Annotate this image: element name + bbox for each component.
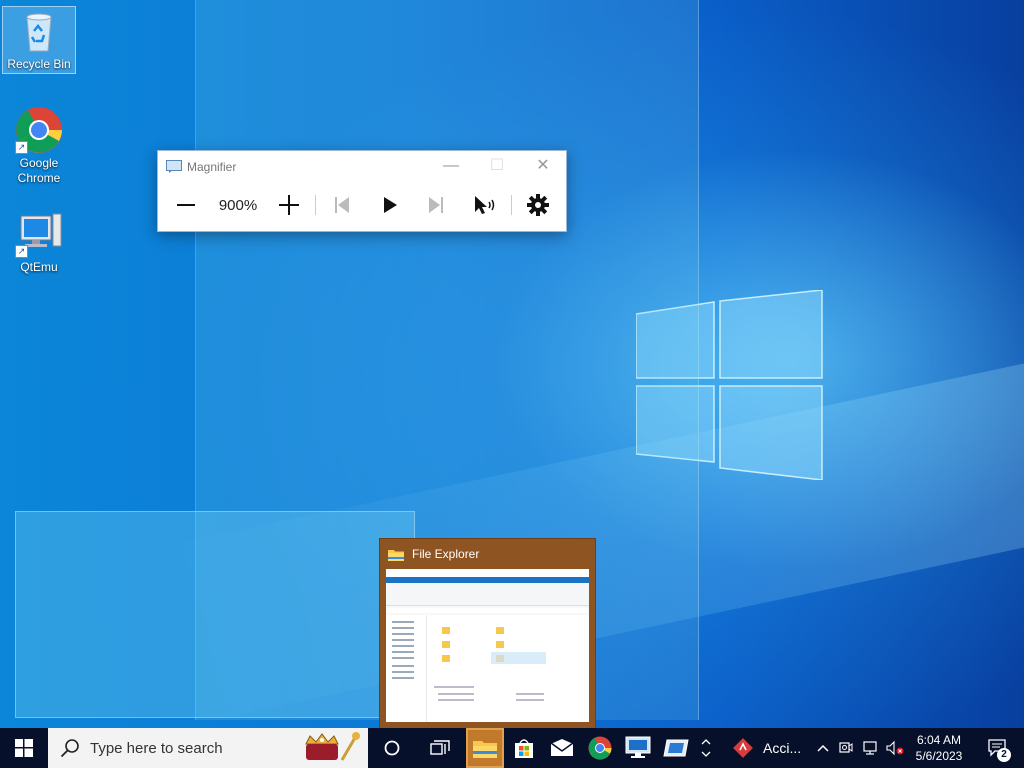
toolbar-divider (511, 195, 512, 215)
magnifier-window[interactable]: Magnifier — ☐ ✕ 900% (157, 150, 567, 232)
computer-icon: ↗ (15, 210, 63, 258)
maximize-button[interactable]: ☐ (482, 155, 512, 177)
action-center-button[interactable]: 2 (978, 728, 1018, 768)
snap-preview-overlay (15, 511, 415, 718)
minus-icon (177, 204, 195, 206)
gear-icon (527, 194, 549, 216)
remote-desktop-icon (625, 736, 651, 758)
volume-muted-icon (886, 741, 904, 755)
close-button[interactable]: ✕ (528, 155, 558, 177)
taskbar-chrome[interactable] (582, 728, 618, 768)
tray-volume-button[interactable] (884, 728, 906, 768)
chrome-icon: ↗ (15, 106, 63, 154)
notification-count-badge: 2 (997, 748, 1011, 762)
show-hidden-icons-button[interactable] (814, 728, 832, 768)
read-from-here-button[interactable] (470, 189, 500, 221)
explorer-miniature (386, 569, 589, 722)
search-placeholder: Type here to search (90, 739, 223, 757)
network-icon (863, 741, 877, 755)
taskbar-remote-desktop[interactable] (620, 728, 656, 768)
search-highlight-icon (305, 732, 360, 761)
task-view-icon (430, 740, 450, 755)
previous-button[interactable] (328, 189, 356, 221)
clock-time: 6:04 AM (916, 733, 962, 747)
cortana-icon (384, 740, 400, 756)
task-view-button[interactable] (418, 728, 462, 768)
plus-icon (279, 195, 299, 215)
windows-start-icon (15, 739, 33, 757)
shortcut-arrow-icon: ↗ (15, 141, 28, 154)
search-box[interactable]: Type here to search (48, 728, 368, 768)
notification-app-label: Acci... (763, 740, 802, 756)
taskbar-mail[interactable] (544, 728, 580, 768)
magnifier-toolbar: 900% (158, 189, 566, 221)
read-from-here-icon (475, 196, 495, 214)
preview-title: File Explorer (412, 547, 480, 561)
start-button[interactable] (0, 728, 48, 768)
file-explorer-icon (473, 741, 497, 758)
magnifier-title: Magnifier (187, 160, 237, 174)
search-icon (60, 739, 79, 758)
camera-icon (839, 742, 853, 753)
clock[interactable]: 6:04 AM 5/6/2023 (908, 728, 970, 768)
taskbar-file-explorer[interactable] (466, 728, 504, 768)
qtemu-icon (663, 739, 689, 757)
taskbar-store[interactable] (506, 728, 542, 768)
minimize-button[interactable]: — (436, 155, 466, 177)
accessibility-app-icon (733, 738, 753, 758)
magnifier-title-bar: Magnifier (166, 157, 236, 177)
zoom-out-button[interactable] (172, 189, 200, 221)
desktop-icon-label: QtEmu (20, 260, 58, 274)
desktop-icon-recycle-bin[interactable]: Recycle Bin (2, 6, 76, 74)
desktop-icon-google-chrome[interactable]: ↗ Google Chrome (3, 106, 75, 186)
shortcut-arrow-icon: ↗ (15, 245, 28, 258)
tray-network-button[interactable] (860, 728, 882, 768)
zoom-in-button[interactable] (275, 189, 303, 221)
store-icon (515, 739, 533, 758)
clock-date: 5/6/2023 (915, 749, 963, 763)
zoom-level: 900% (218, 196, 258, 214)
preview-header: File Explorer (388, 547, 479, 561)
toolbar-divider (315, 195, 316, 215)
taskbar-notification-app[interactable]: Acci... (726, 728, 806, 768)
chrome-icon (588, 736, 612, 760)
file-explorer-window-thumbnail (386, 569, 589, 722)
magnifier-app-icon (166, 160, 182, 173)
next-icon (429, 197, 443, 213)
recycle-bin-icon (15, 7, 63, 55)
tray-camera-button[interactable] (836, 728, 856, 768)
desktop-icon-label: Recycle Bin (7, 57, 71, 71)
taskbar-qtemu[interactable] (658, 728, 694, 768)
play-icon (384, 197, 397, 213)
play-button[interactable] (376, 189, 404, 221)
mail-icon (550, 739, 574, 756)
scroll-arrows-icon (701, 739, 711, 757)
desktop-icon-label: Google Chrome (17, 156, 61, 185)
desktop-icon-qtemu[interactable]: ↗ QtEmu (3, 210, 75, 275)
previous-icon (335, 197, 349, 213)
settings-button[interactable] (524, 189, 552, 221)
chevron-up-icon (817, 744, 829, 752)
taskbar-scroll-button[interactable] (697, 728, 715, 768)
folder-icon (388, 549, 404, 561)
taskbar: Type here to search Acci... 6:04 AM 5/6/… (0, 728, 1024, 768)
file-explorer-thumbnail-preview[interactable]: File Explorer (379, 538, 596, 730)
next-button[interactable] (422, 189, 450, 221)
cortana-button[interactable] (372, 728, 412, 768)
